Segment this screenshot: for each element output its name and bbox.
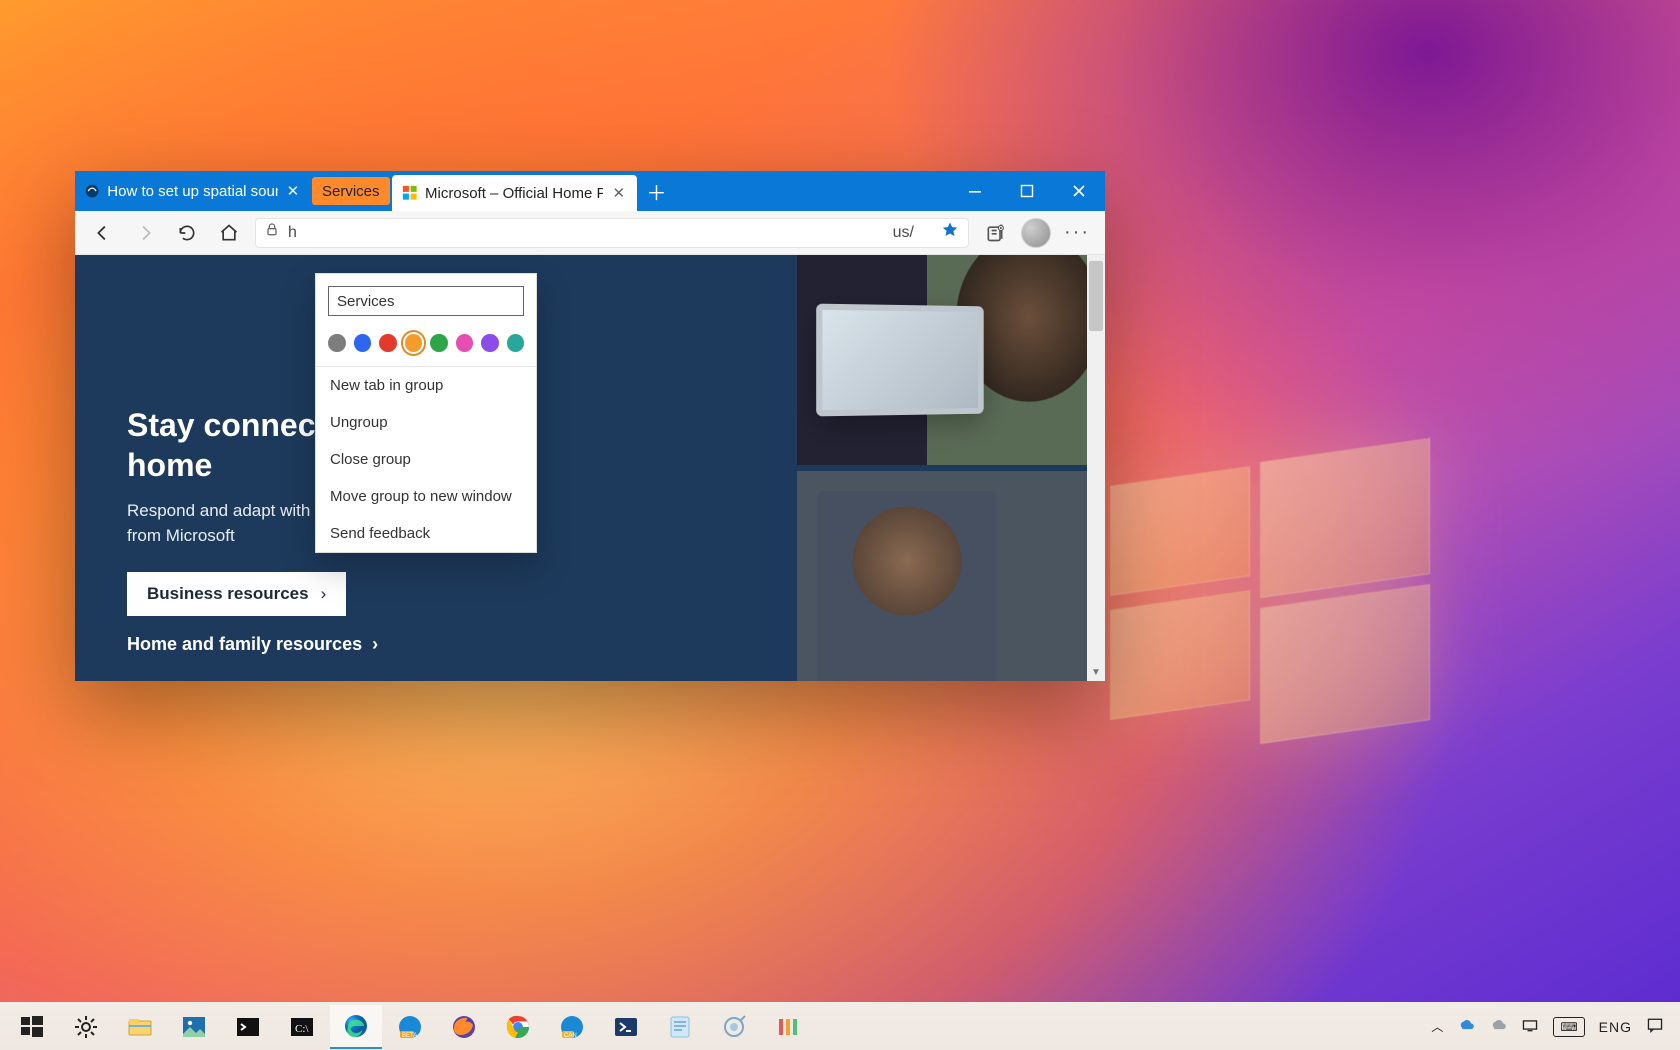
maximize-button[interactable] [1001, 171, 1053, 211]
keyboard-tray-icon[interactable]: ⌨ [1553, 1017, 1584, 1037]
swatch-purple[interactable] [481, 334, 499, 352]
photos-taskbar-icon[interactable] [168, 1005, 220, 1049]
favicon-microsoft-icon [402, 184, 418, 202]
address-text-end: us/ [893, 224, 914, 242]
tab-group-context-menu: New tab in group Ungroup Close group Mov… [315, 273, 537, 553]
edge-beta-taskbar-icon[interactable]: BETA [384, 1005, 436, 1049]
tab-close-icon[interactable]: ✕ [286, 182, 300, 200]
refresh-button[interactable] [171, 217, 203, 249]
swatch-orange[interactable] [405, 334, 423, 352]
group-name-input[interactable] [328, 286, 524, 316]
swatch-grey[interactable] [328, 334, 346, 352]
tab-strip: How to set up spatial sound with ✕ Servi… [75, 171, 677, 211]
link-label: Home and family resources [127, 634, 362, 655]
menu-move-group-to-new-window[interactable]: Move group to new window [316, 478, 536, 515]
home-button[interactable] [213, 217, 245, 249]
swatch-pink[interactable] [456, 334, 474, 352]
action-center-icon[interactable] [1646, 1016, 1664, 1037]
powershell-taskbar-icon[interactable] [600, 1005, 652, 1049]
address-bar[interactable]: h us/ [255, 218, 969, 248]
swatch-teal[interactable] [507, 334, 525, 352]
menu-new-tab-in-group[interactable]: New tab in group [316, 367, 536, 404]
hero-image-upper [797, 255, 1087, 465]
page-content: Stay connected at home Respond and adapt… [75, 255, 1105, 681]
new-tab-button[interactable]: ＋ [637, 171, 677, 211]
notepad-taskbar-icon[interactable] [654, 1005, 706, 1049]
svg-text:CAN: CAN [564, 1033, 577, 1039]
chevron-right-icon: › [321, 584, 327, 604]
profile-avatar[interactable] [1021, 218, 1051, 248]
terminal-taskbar-icon[interactable]: C:\ [276, 1005, 328, 1049]
tab-title: Microsoft – Official Home Page [425, 185, 603, 202]
system-tray: ︿ ⌨ ENG [1431, 1016, 1674, 1037]
menu-send-feedback[interactable]: Send feedback [316, 515, 536, 552]
input-language-indicator[interactable]: ENG [1599, 1019, 1632, 1035]
snip-taskbar-icon[interactable] [708, 1005, 760, 1049]
group-name-field-wrap [328, 286, 524, 316]
start-button[interactable] [6, 1005, 58, 1049]
settings-taskbar-icon[interactable] [60, 1005, 112, 1049]
favicon-pureinfotech-icon [85, 182, 99, 200]
chevron-right-icon: › [372, 634, 378, 655]
home-family-resources-link[interactable]: Home and family resources › [127, 634, 457, 655]
desktop: How to set up spatial sound with ✕ Servi… [0, 0, 1680, 1050]
bars-app-taskbar-icon[interactable] [762, 1005, 814, 1049]
favorite-star-icon[interactable] [940, 220, 960, 245]
vertical-scrollbar[interactable]: ▲ ▼ [1087, 255, 1105, 681]
network-tray-icon[interactable] [1521, 1016, 1539, 1037]
titlebar[interactable]: How to set up spatial sound with ✕ Servi… [75, 171, 1105, 211]
toolbar: h us/ ··· [75, 211, 1105, 255]
windows-logo-wallpaper [1110, 450, 1430, 740]
scroll-down-arrow-icon[interactable]: ▼ [1087, 663, 1105, 681]
close-button[interactable] [1053, 171, 1105, 211]
firefox-taskbar-icon[interactable] [438, 1005, 490, 1049]
onedrive-tray-icon[interactable] [1457, 1016, 1475, 1037]
menu-close-group[interactable]: Close group [316, 441, 536, 478]
forward-button[interactable] [129, 217, 161, 249]
tab-microsoft-home[interactable]: Microsoft – Official Home Page ✕ [392, 175, 637, 211]
lock-icon [264, 222, 280, 243]
hero-image-lower [797, 471, 1087, 681]
chrome-taskbar-icon[interactable] [492, 1005, 544, 1049]
group-color-swatches [316, 326, 536, 366]
back-button[interactable] [87, 217, 119, 249]
edge-taskbar-icon[interactable] [330, 1005, 382, 1049]
tab-group-chip-label: Services [322, 183, 380, 200]
onedrive-tray-icon-secondary[interactable] [1489, 1016, 1507, 1037]
tray-overflow-chevron-icon[interactable]: ︿ [1431, 1018, 1443, 1035]
svg-text:C:\: C:\ [295, 1023, 309, 1035]
hero-image-column [797, 255, 1087, 681]
address-text-start: h [288, 224, 297, 242]
minimize-button[interactable] [949, 171, 1001, 211]
settings-more-button[interactable]: ··· [1061, 217, 1093, 249]
command-prompt-taskbar-icon[interactable] [222, 1005, 274, 1049]
svg-text:BETA: BETA [402, 1033, 417, 1039]
tab-group-chip-services[interactable]: Services [312, 177, 390, 205]
hero-title-line2: home [127, 447, 212, 483]
window-controls [949, 171, 1105, 211]
file-explorer-taskbar-icon[interactable] [114, 1005, 166, 1049]
tab-close-icon[interactable]: ✕ [611, 184, 627, 202]
swatch-blue[interactable] [354, 334, 372, 352]
taskbar: C:\ BETA CAN ︿ [0, 1002, 1680, 1050]
business-resources-button[interactable]: Business resources › [127, 572, 346, 616]
scroll-thumb[interactable] [1089, 261, 1103, 331]
menu-ungroup[interactable]: Ungroup [316, 404, 536, 441]
cta-label: Business resources [147, 584, 309, 604]
swatch-red[interactable] [379, 334, 397, 352]
edge-browser-window: How to set up spatial sound with ✕ Servi… [75, 171, 1105, 681]
tab-spatial-sound[interactable]: How to set up spatial sound with ✕ [75, 171, 310, 211]
tab-title: How to set up spatial sound with [107, 183, 277, 200]
collections-button[interactable] [979, 217, 1011, 249]
swatch-green[interactable] [430, 334, 448, 352]
edge-canary-taskbar-icon[interactable]: CAN [546, 1005, 598, 1049]
